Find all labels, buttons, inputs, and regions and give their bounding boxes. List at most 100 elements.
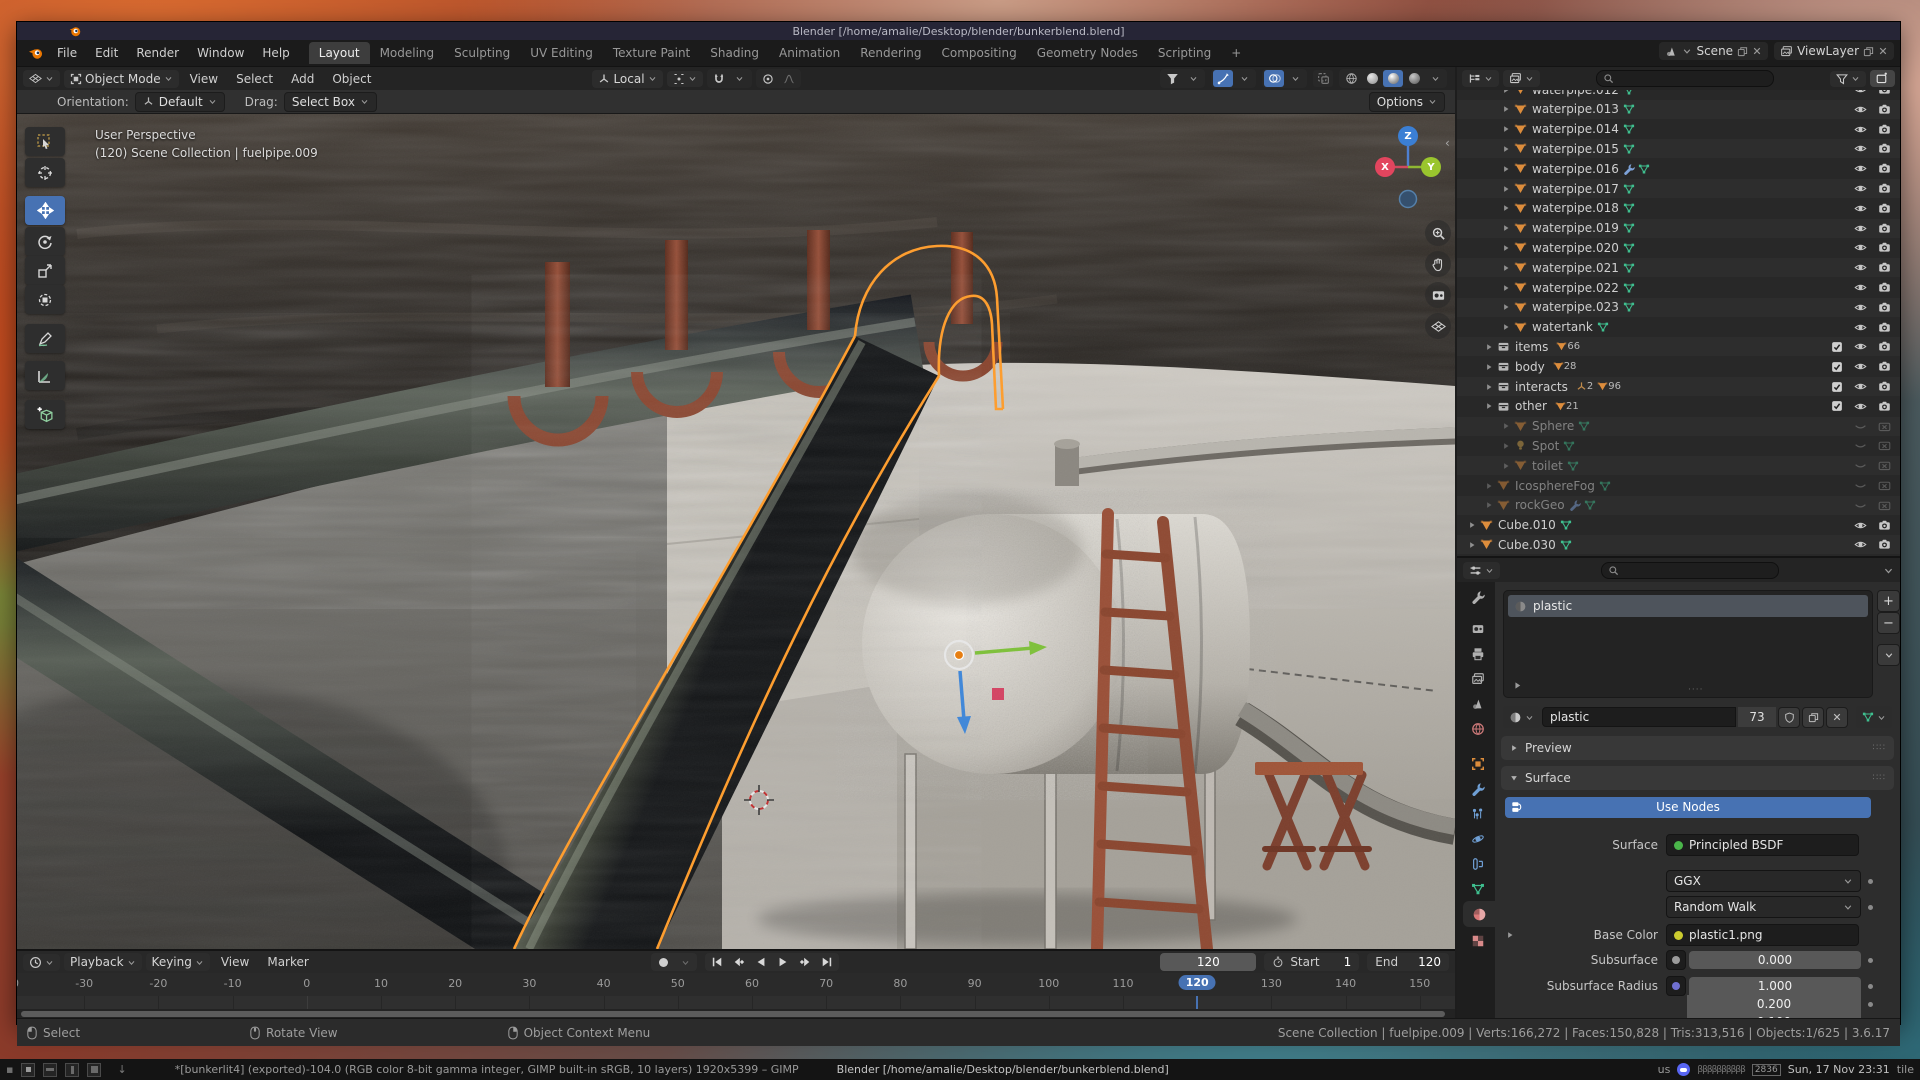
sss-method-dropdown[interactable]: Random Walk bbox=[1666, 896, 1861, 918]
tab-sculpting[interactable]: Sculpting bbox=[444, 42, 520, 64]
menu-view[interactable]: View bbox=[183, 70, 225, 88]
outliner-row[interactable]: IcosphereFog bbox=[1457, 476, 1900, 495]
tab-modifier-properties[interactable] bbox=[1461, 776, 1495, 802]
workspace-2[interactable] bbox=[43, 1063, 57, 1077]
visibility-eye-icon[interactable] bbox=[1854, 241, 1867, 254]
tab-render-properties[interactable] bbox=[1461, 616, 1495, 642]
camera-disabled-icon[interactable] bbox=[1878, 479, 1891, 492]
timeline-tick-label[interactable]: 30 bbox=[522, 977, 536, 990]
orientation-dropdown[interactable]: Default bbox=[135, 92, 225, 112]
render-camera-icon[interactable] bbox=[1878, 182, 1891, 195]
disclosure-triangle-icon[interactable] bbox=[1501, 184, 1511, 194]
timeline-tick-label[interactable]: 100 bbox=[1038, 977, 1059, 990]
disclosure-triangle-icon[interactable] bbox=[1501, 164, 1511, 174]
mesh-data-icon[interactable] bbox=[1578, 420, 1590, 432]
hide-eye-closed-icon[interactable] bbox=[1854, 479, 1867, 492]
proportional-editing-icon[interactable] bbox=[758, 70, 778, 87]
render-camera-icon[interactable] bbox=[1878, 340, 1891, 353]
outliner-item-name[interactable]: IcosphereFog bbox=[1515, 479, 1595, 493]
outliner-item-name[interactable]: interacts bbox=[1515, 380, 1568, 394]
tab-uv-editing[interactable]: UV Editing bbox=[520, 42, 603, 64]
tool-select-box[interactable] bbox=[25, 127, 65, 156]
tab-data-properties[interactable] bbox=[1461, 876, 1495, 902]
visibility-eye-icon[interactable] bbox=[1854, 202, 1867, 215]
render-camera-icon[interactable] bbox=[1878, 202, 1891, 215]
outliner-item-name[interactable]: waterpipe.023 bbox=[1532, 300, 1619, 314]
tab-view-layer-properties[interactable] bbox=[1461, 666, 1495, 692]
distribution-dropdown[interactable]: GGX bbox=[1666, 870, 1861, 892]
modifier-wrench-icon[interactable] bbox=[1569, 499, 1581, 511]
hide-eye-closed-icon[interactable] bbox=[1854, 499, 1867, 512]
link-mode-button[interactable] bbox=[1856, 706, 1892, 728]
discord-icon[interactable] bbox=[1677, 1063, 1690, 1076]
mesh-data-icon[interactable] bbox=[1623, 202, 1635, 214]
taskbar-gimp-window[interactable]: *[bunkerlit4] (exported)-104.0 (RGB colo… bbox=[175, 1063, 799, 1076]
tab-physics-properties[interactable] bbox=[1461, 826, 1495, 852]
outliner-row[interactable]: interacts296 bbox=[1457, 377, 1900, 396]
tab-material-properties[interactable] bbox=[1463, 901, 1495, 927]
tool-annotate[interactable] bbox=[25, 324, 65, 353]
menu-object[interactable]: Object bbox=[325, 70, 378, 88]
modifier-wrench-icon[interactable] bbox=[1623, 163, 1635, 175]
prev-keyframe-button[interactable] bbox=[729, 954, 749, 970]
visibility-eye-icon[interactable] bbox=[1854, 301, 1867, 314]
add-workspace-button[interactable]: + bbox=[1221, 42, 1251, 64]
outliner-row[interactable]: Spot bbox=[1457, 436, 1900, 455]
outliner-row[interactable]: waterpipe.017 bbox=[1457, 179, 1900, 198]
tool-transform[interactable] bbox=[25, 285, 65, 314]
tool-cursor[interactable] bbox=[25, 158, 65, 187]
surface-shader-field[interactable]: Principled BSDF bbox=[1666, 834, 1859, 856]
snapping-controls[interactable] bbox=[707, 69, 752, 88]
disclosure-triangle-icon[interactable] bbox=[1484, 342, 1494, 352]
menu-render[interactable]: Render bbox=[127, 42, 188, 64]
disclosure-triangle-icon[interactable] bbox=[1501, 124, 1511, 134]
disclosure-triangle-icon[interactable] bbox=[1467, 520, 1477, 530]
outliner-item-name[interactable]: waterpipe.019 bbox=[1532, 221, 1619, 235]
outliner-item-name[interactable]: waterpipe.020 bbox=[1532, 241, 1619, 255]
disclosure-triangle-icon[interactable] bbox=[1501, 441, 1511, 451]
render-camera-icon[interactable] bbox=[1878, 123, 1891, 136]
checkbox-icon[interactable] bbox=[1831, 361, 1843, 373]
timeline-tick-label[interactable]: 140 bbox=[1335, 977, 1356, 990]
visibility-eye-icon[interactable] bbox=[1854, 538, 1867, 551]
next-keyframe-button[interactable] bbox=[795, 954, 815, 970]
shading-material-preview-button[interactable] bbox=[1383, 70, 1403, 87]
timeline-tick-label[interactable]: 60 bbox=[745, 977, 759, 990]
mesh-data-icon[interactable] bbox=[1623, 183, 1635, 195]
hide-eye-closed-icon[interactable] bbox=[1854, 420, 1867, 433]
snap-settings-dropdown[interactable] bbox=[730, 70, 750, 87]
render-camera-icon[interactable] bbox=[1878, 380, 1891, 393]
surface-panel-header[interactable]: Surface ∷∷ bbox=[1501, 766, 1894, 790]
outliner-item-name[interactable]: rockGeo bbox=[1515, 498, 1565, 512]
timeline-tick-label[interactable]: 110 bbox=[1113, 977, 1134, 990]
gizmos-toggle[interactable] bbox=[1211, 69, 1256, 88]
browse-material-button[interactable] bbox=[1503, 706, 1540, 728]
outliner-display-mode[interactable] bbox=[1462, 70, 1499, 87]
render-camera-icon[interactable] bbox=[1878, 321, 1891, 334]
shading-rendered-button[interactable] bbox=[1404, 70, 1424, 87]
disclosure-triangle-icon[interactable] bbox=[1501, 223, 1511, 233]
timeline-tick-label[interactable]: 40 bbox=[597, 977, 611, 990]
tab-texture-paint[interactable]: Texture Paint bbox=[603, 42, 700, 64]
timeline-tick-label[interactable]: 0 bbox=[303, 977, 310, 990]
tab-scene-properties[interactable] bbox=[1461, 691, 1495, 717]
shading-wireframe-button[interactable] bbox=[1341, 70, 1361, 87]
visibility-eye-icon[interactable] bbox=[1854, 519, 1867, 532]
jump-to-start-button[interactable] bbox=[707, 954, 727, 970]
outliner-row[interactable]: waterpipe.013 bbox=[1457, 100, 1900, 119]
mesh-data-icon[interactable] bbox=[1597, 321, 1609, 333]
outliner-row[interactable]: toilet bbox=[1457, 456, 1900, 475]
disclosure-triangle-icon[interactable] bbox=[1501, 104, 1511, 114]
tab-compositing[interactable]: Compositing bbox=[931, 42, 1026, 64]
overlays-toggle[interactable] bbox=[1262, 69, 1307, 88]
timeline-ruler[interactable]: -40-30-20-100102030405060708090100110120… bbox=[17, 973, 1455, 996]
keying-menu[interactable]: Keying bbox=[146, 953, 210, 971]
outliner-row[interactable]: waterpipe.019 bbox=[1457, 219, 1900, 238]
render-camera-icon[interactable] bbox=[1878, 142, 1891, 155]
outliner-item-name[interactable]: items bbox=[1515, 340, 1548, 354]
subsurface-radius-socket[interactable] bbox=[1666, 976, 1686, 996]
start-frame-field[interactable]: Start 1 bbox=[1264, 953, 1359, 971]
outliner-row[interactable]: rockGeo bbox=[1457, 496, 1900, 515]
outliner-row[interactable]: waterpipe.023 bbox=[1457, 298, 1900, 317]
workspace-1[interactable] bbox=[21, 1063, 35, 1077]
